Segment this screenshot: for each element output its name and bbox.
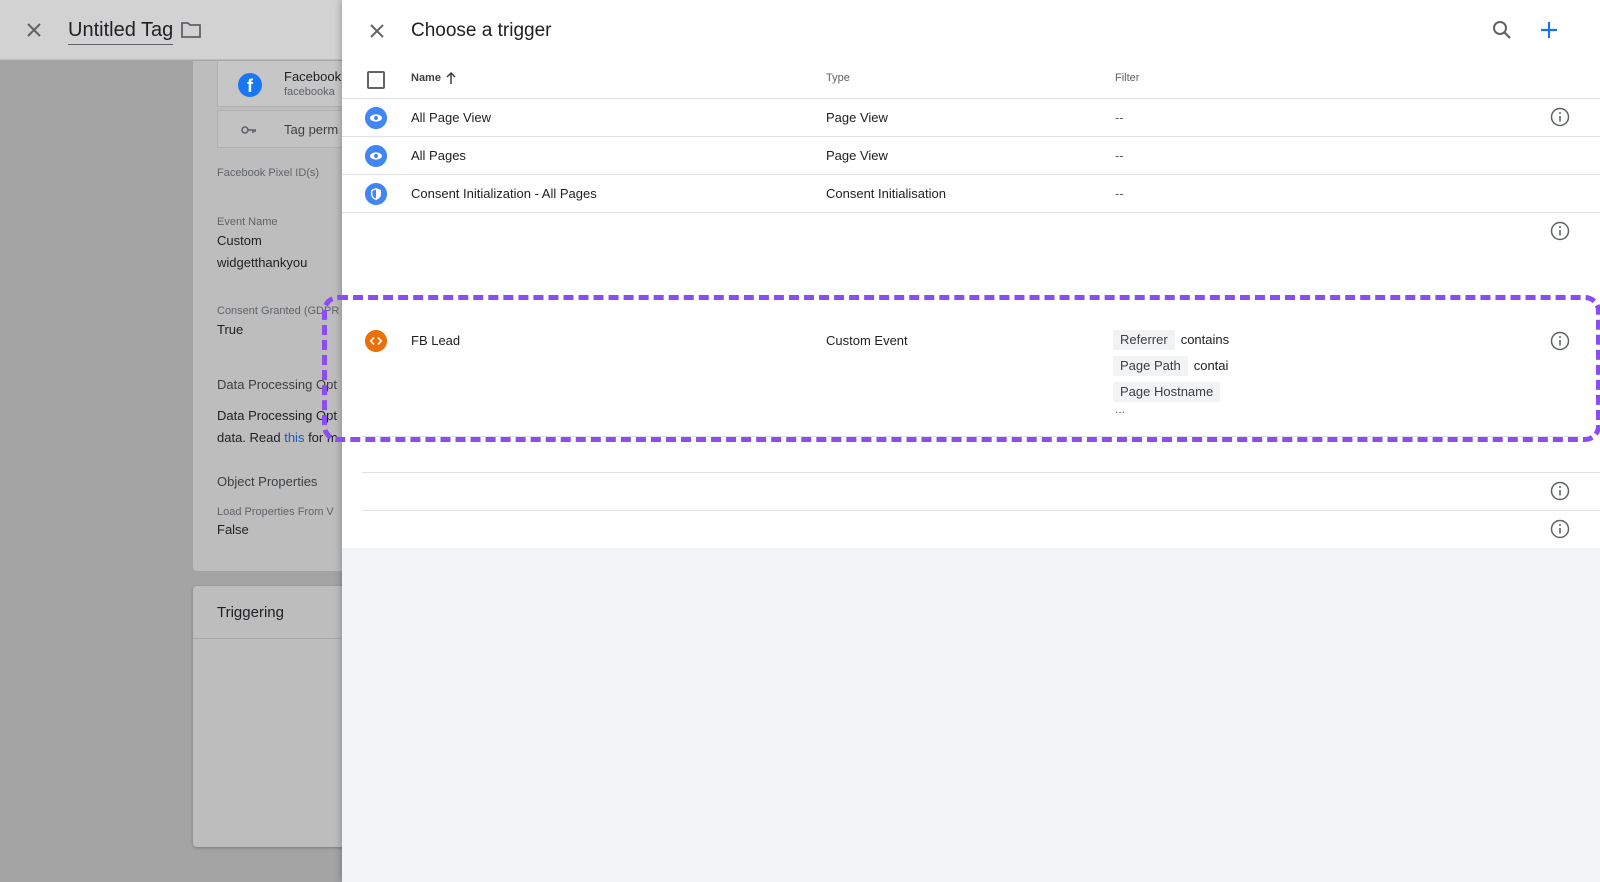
filter-field-chip: Page Hostname	[1113, 382, 1221, 402]
field-value-load-properties: False	[217, 522, 249, 537]
close-icon[interactable]	[22, 18, 46, 42]
info-icon[interactable]	[1550, 331, 1570, 351]
trigger-type: Page View	[826, 110, 888, 125]
column-header-filter[interactable]: Filter	[1115, 72, 1139, 84]
section-data-processing: Data Processing Opt	[217, 377, 337, 392]
trigger-list-panel: Choose a trigger Name Type Filter All Pa…	[342, 0, 1600, 548]
info-icon[interactable]	[1550, 519, 1570, 539]
facebook-logo-icon: f	[238, 73, 262, 97]
drawer-title: Choose a trigger	[411, 20, 552, 41]
trigger-name: All Page View	[411, 110, 491, 125]
select-all-checkbox[interactable]	[367, 71, 385, 89]
tag-permissions-label: Tag perm	[284, 122, 339, 137]
filter-operator: contains	[1180, 332, 1230, 347]
field-label-consent: Consent Granted (GDPR	[217, 305, 340, 317]
close-icon[interactable]	[366, 20, 388, 42]
field-value-consent: True	[217, 322, 244, 337]
trigger-type: Page View	[826, 148, 888, 163]
choose-trigger-drawer: Choose a trigger Name Type Filter All Pa…	[342, 0, 1600, 882]
sort-ascending-icon[interactable]	[445, 71, 457, 85]
add-icon[interactable]	[1537, 18, 1561, 42]
filter-field-chip: Referrer	[1113, 330, 1175, 350]
trigger-name: Consent Initialization - All Pages	[411, 186, 597, 201]
field-value-event-name-1: Custom	[217, 233, 262, 248]
divider	[362, 472, 1600, 473]
info-icon[interactable]	[1550, 481, 1570, 501]
data-processing-text-1: Data Processing Opt	[217, 408, 337, 423]
trigger-row[interactable]	[342, 213, 1600, 293]
filter-condition: Referrer contains	[1113, 330, 1243, 356]
data-processing-link[interactable]: this	[284, 430, 304, 445]
filter-operator: contai	[1193, 358, 1229, 373]
tag-type-sub: facebooka	[284, 86, 335, 98]
filter-condition: Page Hostname	[1113, 382, 1243, 408]
filter-field-chip: Page Path	[1113, 356, 1188, 376]
trigger-filter: --	[1115, 110, 1124, 125]
code-icon	[365, 330, 387, 352]
tag-name-title[interactable]: Untitled Tag	[68, 18, 174, 45]
shield-icon	[365, 183, 387, 205]
divider	[193, 638, 353, 639]
section-object-properties: Object Properties	[217, 474, 318, 489]
tag-type-facebook[interactable]: f Facebook facebooka	[217, 61, 353, 107]
tag-permissions-row[interactable]: Tag perm	[217, 110, 353, 148]
search-icon[interactable]	[1490, 18, 1514, 42]
trigger-row[interactable]	[342, 510, 1600, 548]
triggering-card[interactable]: Triggering	[193, 586, 353, 847]
trigger-row-fb-lead[interactable]: FB Lead Custom Event	[342, 310, 1600, 436]
triggering-title: Triggering	[217, 604, 284, 621]
tag-type-name: Facebook	[284, 69, 342, 84]
field-label-event-name: Event Name	[217, 216, 278, 228]
trigger-row[interactable]: All Page View Page View --	[342, 99, 1600, 137]
trigger-name: FB Lead	[411, 333, 461, 348]
folder-icon[interactable]	[180, 20, 202, 40]
key-icon	[241, 126, 256, 134]
column-header-type[interactable]: Type	[826, 72, 850, 84]
trigger-row[interactable]: All Pages Page View --	[342, 137, 1600, 175]
trigger-type: Custom Event	[826, 333, 908, 348]
trigger-row[interactable]	[342, 472, 1600, 510]
trigger-filter: --	[1115, 148, 1124, 163]
field-label-load-properties: Load Properties From V	[217, 506, 334, 518]
filter-condition: Page Path contai	[1113, 356, 1243, 382]
divider	[362, 436, 1580, 437]
column-header-name[interactable]: Name	[411, 72, 441, 84]
trigger-name: All Pages	[411, 148, 466, 163]
trigger-row[interactable]: Consent Initialization - All Pages Conse…	[342, 175, 1600, 213]
eye-icon	[365, 145, 387, 167]
data-processing-text-2: data. Read this for m	[217, 430, 338, 445]
tag-configuration-card: f Facebook facebooka Tag perm Facebook P…	[193, 61, 353, 571]
field-value-event-name-2: widgetthankyou	[217, 255, 308, 270]
info-icon[interactable]	[1550, 221, 1570, 241]
info-icon[interactable]	[1550, 107, 1570, 127]
trigger-filter-conditions: Referrer contains Page Path contai Page Ho…	[1113, 330, 1243, 420]
trigger-filter: --	[1115, 186, 1124, 201]
eye-icon	[365, 107, 387, 129]
more-filters-ellipsis: ...	[1115, 402, 1126, 416]
field-label-pixel-id: Facebook Pixel ID(s)	[217, 167, 320, 179]
trigger-type: Consent Initialisation	[826, 186, 946, 201]
